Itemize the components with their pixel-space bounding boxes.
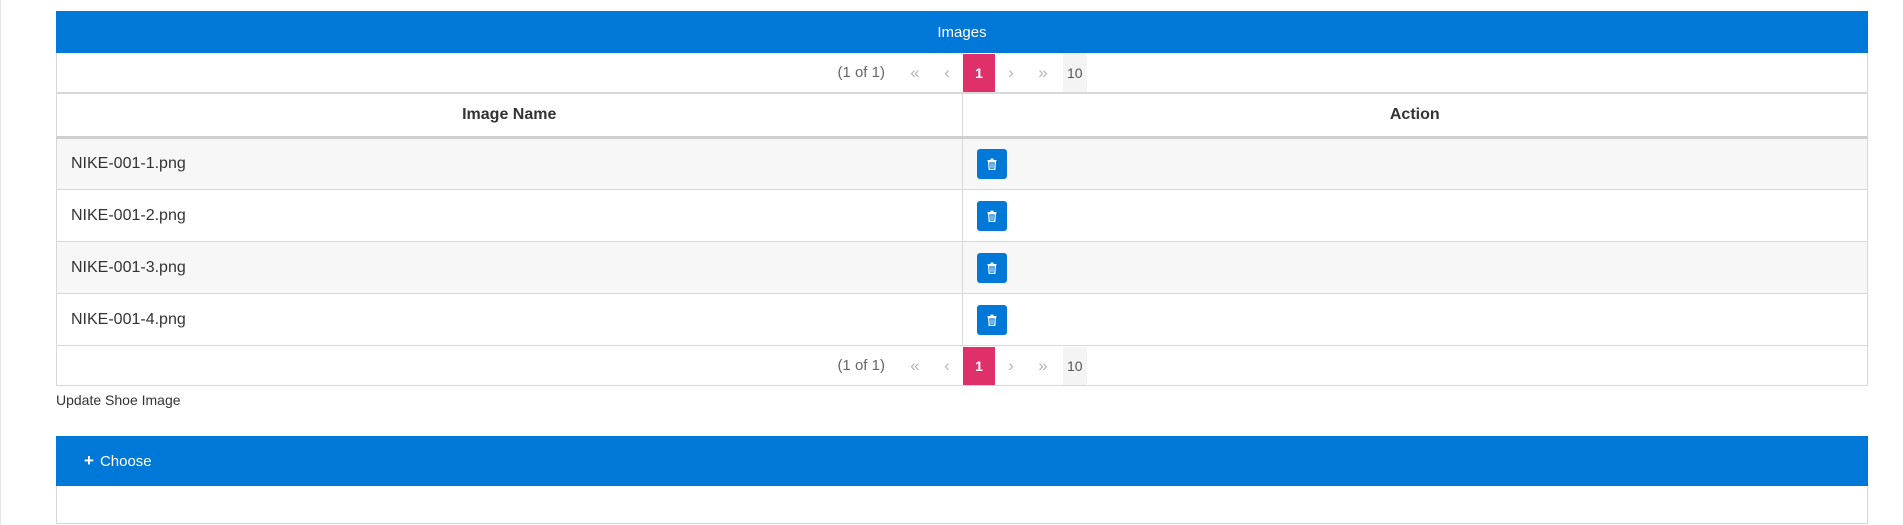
images-panel-header: Images	[56, 11, 1868, 53]
column-header-image-name[interactable]: Image Name	[56, 93, 963, 139]
action-cell	[961, 189, 1868, 242]
delete-button[interactable]	[976, 200, 1007, 231]
choose-label: Choose	[99, 452, 152, 470]
image-name-cell: NIKE-001-4.png	[56, 293, 963, 346]
delete-button[interactable]	[976, 149, 1007, 179]
table-row: NIKE-001-2.png	[56, 189, 1868, 242]
paginator-report: (1 of 1)	[837, 357, 885, 374]
choose-file-button[interactable]: + Choose	[84, 451, 152, 471]
last-page-button[interactable]: »	[1027, 347, 1059, 385]
action-cell	[961, 137, 1868, 190]
first-page-button[interactable]: «	[899, 54, 931, 92]
images-panel-title: Images	[937, 23, 987, 41]
images-table: Image Name Action NIKE-001-1.png NIKE-00…	[56, 93, 1868, 346]
table-row: NIKE-001-3.png	[56, 241, 1868, 294]
plus-icon: +	[84, 451, 94, 470]
images-panel: Images (1 of 1) « ‹ 1 › » 10 Image Name …	[56, 11, 1868, 386]
paginator-report: (1 of 1)	[837, 64, 885, 81]
trash-icon	[987, 158, 996, 170]
delete-button[interactable]	[976, 304, 1007, 335]
page-1-button[interactable]: 1	[962, 346, 995, 385]
prev-page-button[interactable]: ‹	[931, 54, 963, 92]
action-cell	[961, 293, 1868, 346]
trash-icon	[987, 262, 996, 274]
table-row: NIKE-001-1.png	[56, 137, 1868, 190]
last-page-button[interactable]: »	[1027, 54, 1059, 92]
update-shoe-image-label: Update Shoe Image	[56, 392, 181, 408]
file-upload-toolbar: + Choose	[56, 436, 1868, 486]
bottom-paginator: (1 of 1) « ‹ 1 › » 10	[56, 346, 1868, 386]
prev-page-button[interactable]: ‹	[931, 347, 963, 385]
delete-button[interactable]	[976, 252, 1007, 283]
top-paginator: (1 of 1) « ‹ 1 › » 10	[56, 53, 1868, 93]
next-page-button[interactable]: ›	[995, 54, 1027, 92]
rows-per-page-dropdown[interactable]: 10	[1062, 346, 1087, 385]
action-cell	[961, 241, 1868, 294]
first-page-button[interactable]: «	[899, 347, 931, 385]
image-name-cell: NIKE-001-2.png	[56, 189, 963, 242]
file-upload-dropzone[interactable]	[56, 486, 1868, 524]
rows-per-page-dropdown[interactable]: 10	[1062, 53, 1087, 92]
table-row: NIKE-001-4.png	[56, 293, 1868, 346]
page-edge	[0, 0, 1, 525]
trash-icon	[987, 210, 996, 222]
image-name-cell: NIKE-001-1.png	[56, 137, 963, 190]
trash-icon	[987, 314, 996, 326]
page-1-button[interactable]: 1	[962, 53, 995, 92]
table-header-row: Image Name Action	[56, 93, 1868, 139]
next-page-button[interactable]: ›	[995, 347, 1027, 385]
column-header-action: Action	[961, 93, 1868, 139]
file-upload: + Choose	[56, 436, 1868, 524]
image-name-cell: NIKE-001-3.png	[56, 241, 963, 294]
